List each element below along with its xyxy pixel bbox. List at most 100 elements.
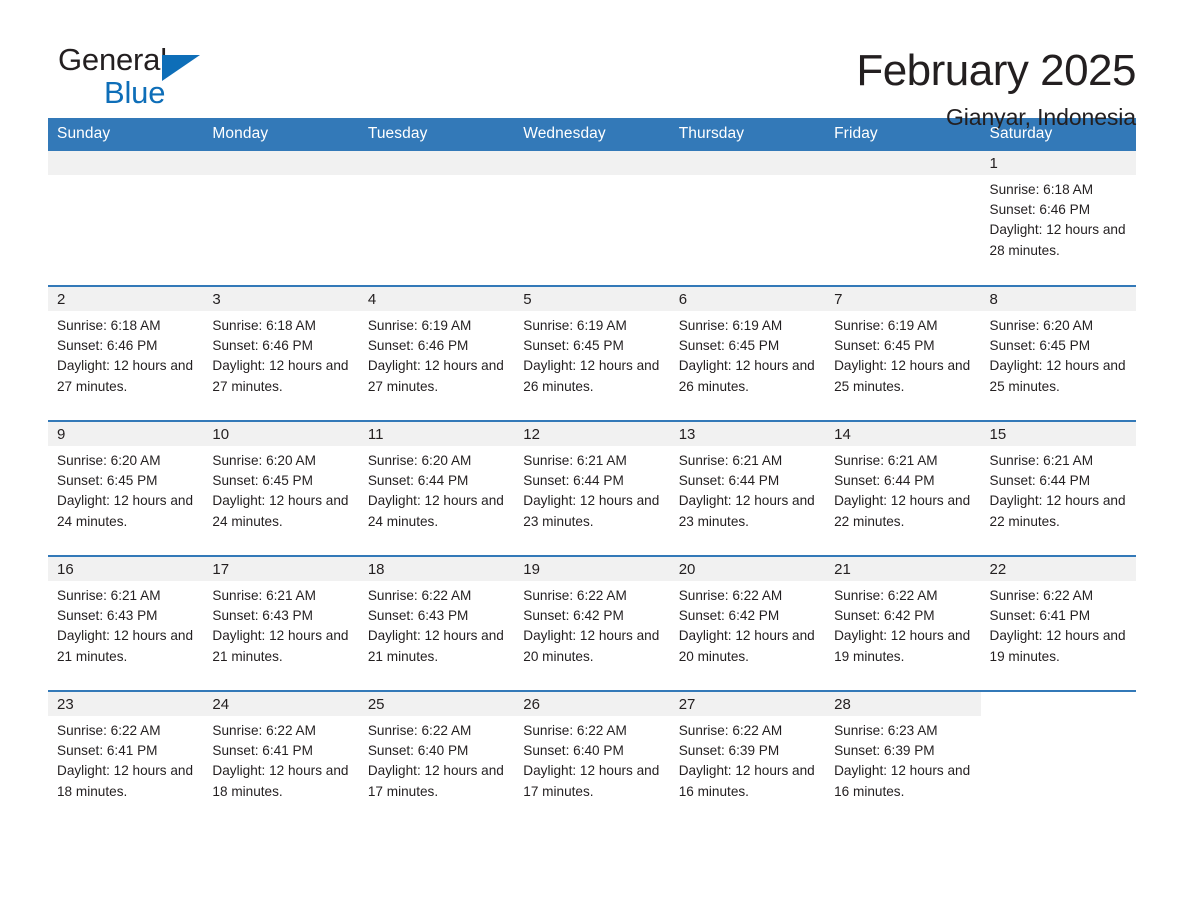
calendar-cell-empty [358,151,515,286]
sunset-text: Sunset: 6:40 PM [367,743,469,759]
daylight-text: Daylight: 12 hours and 21 minutes. [367,628,504,664]
sunrise-text: Sunrise: 6:22 AM [212,723,316,738]
calendar-cell-day[interactable]: 22 Sunrise: 6:22 AM Sunset: 6:41 PM Dayligh… [980,555,1136,691]
column-header-thursday: Thursday [669,118,826,151]
sunset-text: Sunset: 6:43 PM [212,608,313,624]
day-details: Sunrise: 6:18 AM Sunset: 6:46 PM Daylight:… [48,311,203,397]
calendar-cell-day[interactable]: 8 Sunrise: 6:20 AM Sunset: 6:45 PM Daylight… [980,285,1136,421]
day-details: Sunrise: 6:19 AM Sunset: 6:45 PM Daylight:… [670,311,825,397]
calendar-cell-empty [980,690,1136,827]
calendar-cell-day[interactable]: 24 Sunrise: 6:22 AM Sunset: 6:41 PM Dayligh… [203,690,359,827]
daylight-text: Daylight: 12 hours and 24 minutes. [57,493,194,529]
day-number: 4 [358,287,515,311]
day-details: Sunrise: 6:23 AM Sunset: 6:39 PM Daylight:… [825,716,980,802]
day-number: 8 [980,287,1136,311]
column-header-sunday: Sunday [48,118,204,151]
calendar-cell-day[interactable]: 10 Sunrise: 6:20 AM Sunset: 6:45 PM Dayligh… [203,420,359,556]
day-details: Sunrise: 6:22 AM Sunset: 6:40 PM Daylight:… [359,716,514,802]
daylight-text: Daylight: 12 hours and 21 minutes. [57,628,194,664]
calendar-cell-day[interactable]: 20 Sunrise: 6:22 AM Sunset: 6:42 PM Dayligh… [669,555,826,691]
day-details: Sunrise: 6:22 AM Sunset: 6:42 PM Daylight:… [670,581,825,667]
daylight-text: Daylight: 12 hours and 22 minutes. [989,493,1126,529]
calendar-cell-day[interactable]: 15 Sunrise: 6:21 AM Sunset: 6:44 PM Dayligh… [980,420,1136,556]
day-number: 7 [825,287,981,311]
calendar-cell-day[interactable]: 9 Sunrise: 6:20 AM Sunset: 6:45 PM Daylight… [48,420,204,556]
sunset-text: Sunset: 6:43 PM [57,608,158,624]
day-details: Sunrise: 6:21 AM Sunset: 6:44 PM Daylight:… [670,446,825,532]
sunrise-text: Sunrise: 6:19 AM [678,318,783,333]
day-number: 5 [514,287,670,311]
calendar-cell-day[interactable]: 26 Sunrise: 6:22 AM Sunset: 6:40 PM Dayligh… [514,690,670,827]
calendar-cell-day[interactable]: 18 Sunrise: 6:22 AM Sunset: 6:43 PM Dayligh… [358,555,515,691]
calendar-cell-day[interactable]: 25 Sunrise: 6:22 AM Sunset: 6:40 PM Dayligh… [358,690,515,827]
calendar-cell-empty [669,151,826,286]
day-number: 23 [48,692,204,716]
daylight-text: Daylight: 12 hours and 27 minutes. [367,358,504,394]
daylight-text: Daylight: 12 hours and 23 minutes. [523,493,660,529]
calendar-cell-empty [203,151,359,286]
sunrise-text: Sunrise: 6:20 AM [57,453,161,468]
day-number: 20 [669,557,826,581]
daylight-text: Daylight: 12 hours and 17 minutes. [367,763,504,799]
calendar-week-row: 1 Sunrise: 6:18 AM Sunset: 6:46 PM Daylight… [48,151,1136,286]
day-details: Sunrise: 6:19 AM Sunset: 6:46 PM Daylight:… [359,311,514,397]
sunset-text: Sunset: 6:41 PM [57,743,158,759]
day-number [358,151,515,175]
day-number: 24 [203,692,359,716]
sunset-text: Sunset: 6:43 PM [367,608,469,624]
brand-logo[interactable]: General Blue [58,44,208,116]
day-details: Sunrise: 6:21 AM Sunset: 6:43 PM Daylight:… [48,581,203,667]
day-number: 10 [203,422,359,446]
sunrise-text: Sunrise: 6:21 AM [989,453,1094,468]
sunrise-text: Sunrise: 6:18 AM [212,318,316,333]
calendar-cell-day[interactable]: 12 Sunrise: 6:21 AM Sunset: 6:44 PM Dayligh… [514,420,670,556]
calendar-week-row: 2 Sunrise: 6:18 AM Sunset: 6:46 PM Daylight… [48,285,1136,421]
day-details: Sunrise: 6:22 AM Sunset: 6:41 PM Daylight:… [48,716,203,802]
calendar-cell-day[interactable]: 4 Sunrise: 6:19 AM Sunset: 6:46 PM Daylight… [358,285,515,421]
sunrise-text: Sunrise: 6:22 AM [989,588,1094,603]
calendar-cell-day[interactable]: 1 Sunrise: 6:18 AM Sunset: 6:46 PM Daylight… [980,151,1136,286]
page-title: February 2025 [856,46,1136,95]
calendar-cell-day[interactable]: 6 Sunrise: 6:19 AM Sunset: 6:45 PM Daylight… [669,285,826,421]
calendar-cell-day[interactable]: 7 Sunrise: 6:19 AM Sunset: 6:45 PM Daylight… [825,285,981,421]
calendar-cell-day[interactable]: 17 Sunrise: 6:21 AM Sunset: 6:43 PM Dayligh… [203,555,359,691]
day-number: 12 [514,422,670,446]
day-details: Sunrise: 6:21 AM Sunset: 6:44 PM Daylight:… [825,446,980,532]
day-number [203,151,359,175]
day-number: 6 [669,287,826,311]
daylight-text: Daylight: 12 hours and 20 minutes. [523,628,660,664]
day-details: Sunrise: 6:22 AM Sunset: 6:42 PM Daylight:… [514,581,669,667]
daylight-text: Daylight: 12 hours and 18 minutes. [57,763,194,799]
daylight-text: Daylight: 12 hours and 17 minutes. [523,763,660,799]
sunrise-text: Sunrise: 6:22 AM [523,588,627,603]
calendar-cell-day[interactable]: 2 Sunrise: 6:18 AM Sunset: 6:46 PM Daylight… [48,285,204,421]
calendar-cell-day[interactable]: 23 Sunrise: 6:22 AM Sunset: 6:41 PM Dayligh… [48,690,204,827]
calendar-cell-day[interactable]: 21 Sunrise: 6:22 AM Sunset: 6:42 PM Dayligh… [825,555,981,691]
calendar-cell-day[interactable]: 3 Sunrise: 6:18 AM Sunset: 6:46 PM Daylight… [203,285,359,421]
calendar-cell-day[interactable]: 11 Sunrise: 6:20 AM Sunset: 6:44 PM Dayligh… [358,420,515,556]
calendar-week-row: 9 Sunrise: 6:20 AM Sunset: 6:45 PM Daylight… [48,420,1136,556]
calendar-cell-day[interactable]: 14 Sunrise: 6:21 AM Sunset: 6:44 PM Dayligh… [825,420,981,556]
day-details: Sunrise: 6:20 AM Sunset: 6:45 PM Daylight:… [203,446,358,532]
sunrise-text: Sunrise: 6:22 AM [57,723,161,738]
daylight-text: Daylight: 12 hours and 25 minutes. [989,358,1126,394]
calendar-cell-day[interactable]: 5 Sunrise: 6:19 AM Sunset: 6:45 PM Daylight… [514,285,670,421]
sunrise-text: Sunrise: 6:21 AM [834,453,938,468]
day-number: 11 [358,422,515,446]
sunset-text: Sunset: 6:45 PM [523,338,624,354]
daylight-text: Daylight: 12 hours and 23 minutes. [678,493,815,529]
day-number [514,151,670,175]
calendar-week-row: 16 Sunrise: 6:21 AM Sunset: 6:43 PM Dayligh… [48,555,1136,691]
title-block: February 2025 Gianyar, Indonesia [856,44,1136,132]
calendar-cell-day[interactable]: 27 Sunrise: 6:22 AM Sunset: 6:39 PM Dayligh… [669,690,826,827]
sunrise-text: Sunrise: 6:20 AM [989,318,1094,333]
sunset-text: Sunset: 6:45 PM [834,338,935,354]
calendar-cell-day[interactable]: 28 Sunrise: 6:23 AM Sunset: 6:39 PM Dayligh… [825,690,981,827]
day-number: 3 [203,287,359,311]
sunset-text: Sunset: 6:40 PM [523,743,624,759]
day-details: Sunrise: 6:21 AM Sunset: 6:43 PM Daylight:… [203,581,358,667]
calendar-cell-day[interactable]: 16 Sunrise: 6:21 AM Sunset: 6:43 PM Dayligh… [48,555,204,691]
calendar-cell-day[interactable]: 13 Sunrise: 6:21 AM Sunset: 6:44 PM Dayligh… [669,420,826,556]
day-number [825,151,981,175]
calendar-cell-day[interactable]: 19 Sunrise: 6:22 AM Sunset: 6:42 PM Dayligh… [514,555,670,691]
